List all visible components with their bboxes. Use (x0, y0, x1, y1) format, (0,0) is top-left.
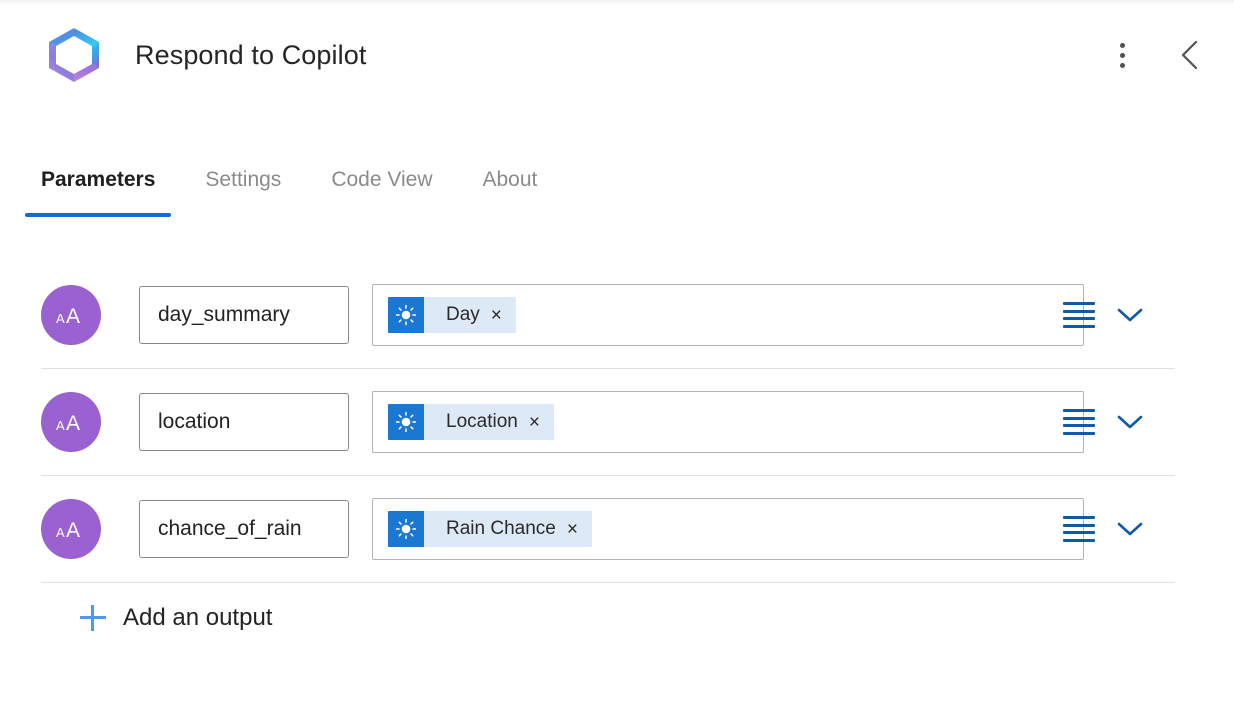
parameter-name-value: location (158, 410, 231, 433)
more-vertical-icon[interactable] (1100, 33, 1144, 77)
token-label: Rain Chance (446, 518, 556, 539)
svg-text:A: A (66, 305, 80, 328)
parameters-list: A A day_summary Day × A A location Locat… (41, 262, 1175, 583)
table-row: A A chance_of_rain Rain Chance × (41, 476, 1175, 583)
plus-icon (80, 605, 106, 631)
dynamic-content-token[interactable]: Rain Chance × (388, 511, 592, 547)
tab-about-label: About (482, 168, 538, 191)
dynamic-content-token[interactable]: Location × (388, 404, 554, 440)
parameter-value-input[interactable]: Rain Chance × (372, 498, 1084, 560)
table-row: A A day_summary Day × (41, 262, 1175, 369)
chevron-down-icon[interactable] (1113, 298, 1147, 332)
token-remove-icon[interactable]: × (527, 413, 554, 432)
token-label: Day (446, 304, 480, 325)
text-type-icon[interactable]: A A (41, 392, 101, 452)
chevron-left-icon[interactable] (1168, 33, 1212, 77)
app-brand: Respond to Copilot (44, 25, 366, 85)
row-actions (1063, 298, 1147, 332)
tab-code-view[interactable]: Code View (315, 158, 448, 202)
svg-text:A: A (66, 412, 80, 435)
parameter-value-input[interactable]: Day × (372, 284, 1084, 346)
add-output-label: Add an output (123, 604, 273, 631)
dynamic-content-icon[interactable] (1063, 514, 1095, 544)
token-remove-icon[interactable]: × (565, 520, 592, 539)
tab-parameters-label: Parameters (41, 168, 156, 191)
text-type-icon[interactable]: A A (41, 499, 101, 559)
svg-text:A: A (56, 311, 65, 326)
tab-settings-label: Settings (205, 168, 282, 191)
copilot-logo (44, 25, 104, 85)
weather-sun-icon (388, 511, 424, 547)
header-actions (1100, 33, 1212, 77)
tab-about[interactable]: About (467, 158, 554, 202)
text-type-icon[interactable]: A A (41, 285, 101, 345)
row-actions (1063, 512, 1147, 546)
parameter-name-value: chance_of_rain (158, 517, 302, 540)
weather-sun-icon (388, 297, 424, 333)
dynamic-content-token[interactable]: Day × (388, 297, 516, 333)
svg-text:A: A (66, 519, 80, 542)
action-details-panel: Respond to Copilot Parameters Settings C… (0, 0, 1234, 708)
row-actions (1063, 405, 1147, 439)
chevron-down-icon[interactable] (1113, 405, 1147, 439)
weather-sun-icon (388, 404, 424, 440)
dynamic-content-icon[interactable] (1063, 407, 1095, 437)
panel-header: Respond to Copilot (0, 5, 1234, 105)
parameter-name-input[interactable]: day_summary (139, 286, 349, 344)
svg-text:A: A (56, 418, 65, 433)
table-row: A A location Location × (41, 369, 1175, 476)
add-output-button[interactable]: Add an output (80, 604, 272, 632)
token-remove-icon[interactable]: × (489, 306, 516, 325)
chevron-down-icon[interactable] (1113, 512, 1147, 546)
tab-bar: Parameters Settings Code View About (25, 158, 571, 217)
parameter-name-input[interactable]: location (139, 393, 349, 451)
tab-code-view-label: Code View (331, 168, 433, 191)
tab-parameters[interactable]: Parameters (25, 158, 172, 217)
page-title: Respond to Copilot (135, 39, 367, 70)
svg-text:A: A (56, 525, 65, 540)
parameter-value-input[interactable]: Location × (372, 391, 1084, 453)
dynamic-content-icon[interactable] (1063, 300, 1095, 330)
parameter-name-input[interactable]: chance_of_rain (139, 500, 349, 558)
parameter-name-value: day_summary (158, 303, 290, 326)
tab-settings[interactable]: Settings (189, 158, 297, 202)
token-label: Location (446, 411, 518, 432)
